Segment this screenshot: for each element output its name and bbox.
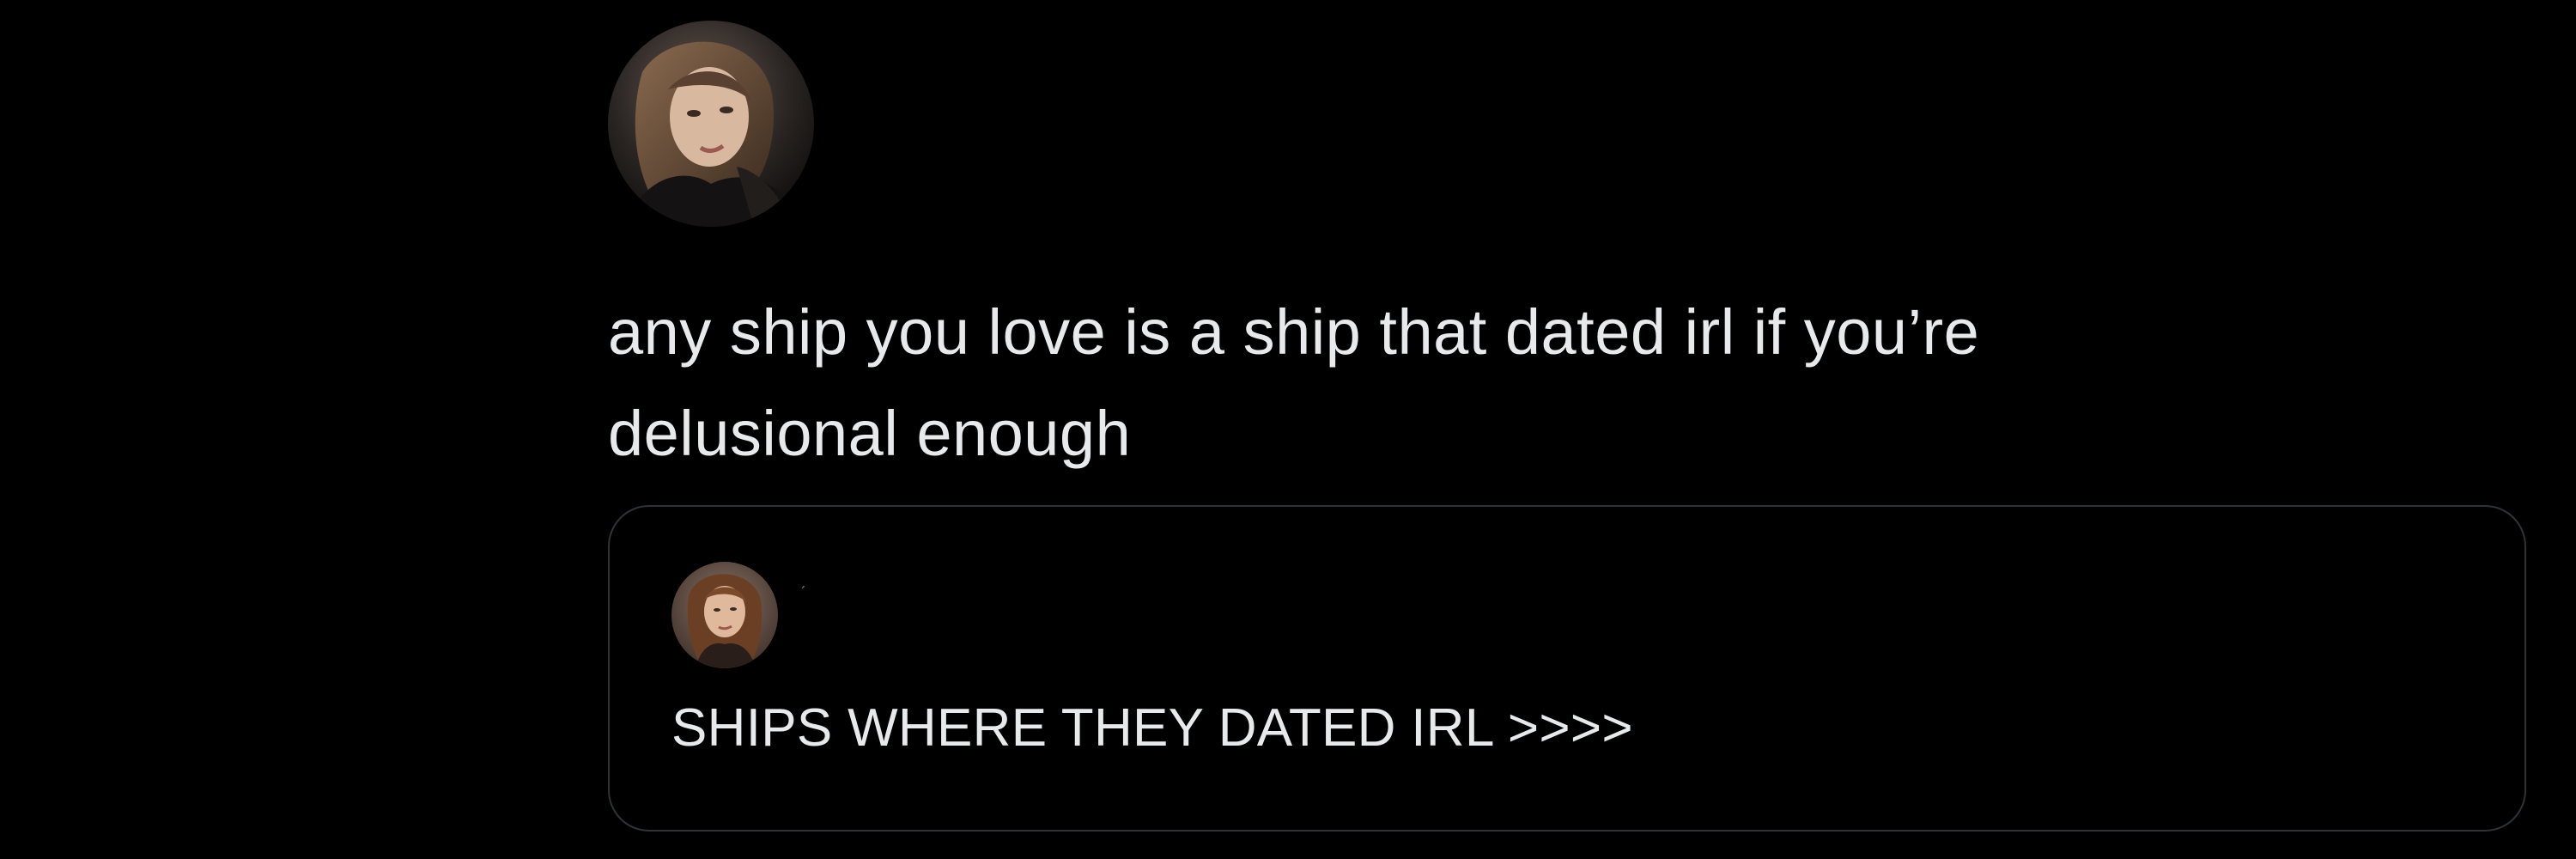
user-avatar-icon[interactable] (608, 21, 814, 227)
user-avatar-image (608, 21, 814, 227)
tweet-text-line-1: any ship you love is a ship that dated i… (608, 296, 1980, 368)
tweet-text: any ship you love is a ship that dated i… (608, 282, 2411, 484)
quoted-tweet-card[interactable]: ˊ SHIPS WHERE THEY DATED IRL >>>> (608, 505, 2526, 832)
quoted-user-avatar-image (671, 562, 778, 668)
quoted-tweet-text: SHIPS WHERE THEY DATED IRL >>>> (671, 698, 1633, 758)
quoted-user-avatar-icon[interactable] (671, 562, 778, 668)
quoted-user-handle: ˊ (800, 584, 806, 603)
tweet-text-line-2: delusional enough (608, 398, 1132, 469)
